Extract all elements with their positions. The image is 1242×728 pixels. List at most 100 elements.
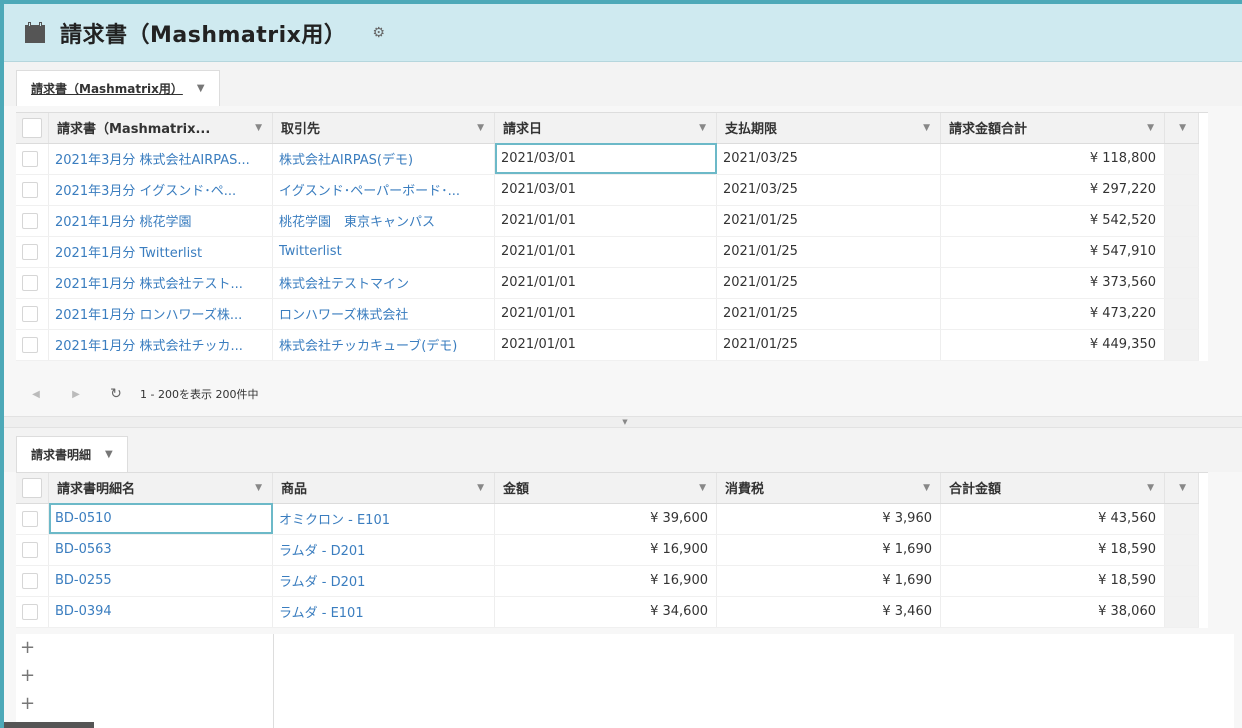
- amount-cell[interactable]: ¥ 16,900: [494, 534, 717, 566]
- total-cell[interactable]: ¥ 297,220: [940, 174, 1165, 206]
- row-checkbox[interactable]: [22, 181, 38, 198]
- invoice-name-link[interactable]: 2021年1月分 株式会社テスト...: [48, 267, 273, 299]
- column-header-product[interactable]: 商品 ▼: [272, 473, 495, 504]
- amount-cell[interactable]: ¥ 39,600: [494, 503, 717, 535]
- select-all-checkbox[interactable]: [22, 117, 42, 138]
- row-checkbox[interactable]: [22, 212, 38, 229]
- row-checkbox[interactable]: [22, 274, 38, 291]
- account-link[interactable]: 株式会社チッカキューブ(デモ): [272, 329, 495, 361]
- column-header-detail-total[interactable]: 合計金額 ▼: [940, 473, 1165, 504]
- due-cell[interactable]: 2021/01/25: [716, 236, 941, 268]
- total-cell[interactable]: ¥ 473,220: [940, 298, 1165, 330]
- panel-splitter[interactable]: ▼: [4, 416, 1242, 428]
- column-header-account[interactable]: 取引先 ▼: [272, 113, 495, 144]
- account-link[interactable]: ロンハワーズ株式会社: [272, 298, 495, 330]
- invoice-name-link[interactable]: 2021年1月分 Twitterlist: [48, 236, 273, 268]
- column-header-total[interactable]: 請求金額合計 ▼: [940, 113, 1165, 144]
- amount-cell[interactable]: ¥ 34,600: [494, 596, 717, 628]
- select-all-checkbox[interactable]: [22, 477, 42, 498]
- detail-total-cell[interactable]: ¥ 38,060: [940, 596, 1165, 628]
- horizontal-scrollbar[interactable]: [4, 722, 94, 728]
- due-cell[interactable]: 2021/01/25: [716, 267, 941, 299]
- add-row-icon[interactable]: +: [16, 690, 273, 718]
- detail-name-link[interactable]: BD-0563: [48, 534, 273, 566]
- column-menu[interactable]: ▼: [1164, 113, 1199, 144]
- column-header-detail-name[interactable]: 請求書明細名 ▼: [48, 473, 273, 504]
- refresh-icon[interactable]: ↻: [96, 386, 136, 402]
- row-checkbox[interactable]: [22, 572, 38, 589]
- next-page-icon[interactable]: ▶: [56, 389, 96, 400]
- amount-cell[interactable]: ¥ 16,900: [494, 565, 717, 597]
- column-menu[interactable]: ▼: [1164, 473, 1199, 504]
- chevron-down-icon[interactable]: ▼: [1147, 123, 1154, 133]
- chevron-down-icon[interactable]: ▼: [477, 483, 484, 493]
- row-checkbox[interactable]: [22, 603, 38, 620]
- row-checkbox[interactable]: [22, 510, 38, 527]
- tax-cell[interactable]: ¥ 3,460: [716, 596, 941, 628]
- detail-name-link[interactable]: BD-0394: [48, 596, 273, 628]
- column-header-due[interactable]: 支払期限 ▼: [716, 113, 941, 144]
- tax-cell[interactable]: ¥ 1,690: [716, 534, 941, 566]
- product-link[interactable]: オミクロン - E101: [272, 503, 495, 535]
- chevron-down-icon[interactable]: ▼: [255, 123, 262, 133]
- invoice-name-link[interactable]: 2021年1月分 株式会社チッカ...: [48, 329, 273, 361]
- account-link[interactable]: 株式会社テストマイン: [272, 267, 495, 299]
- invoice-name-link[interactable]: 2021年3月分 イグスンド･ペ...: [48, 174, 273, 206]
- total-cell[interactable]: ¥ 373,560: [940, 267, 1165, 299]
- date-cell[interactable]: 2021/01/01: [494, 205, 717, 237]
- detail-total-cell[interactable]: ¥ 43,560: [940, 503, 1165, 535]
- date-cell[interactable]: 2021/03/01: [494, 143, 717, 175]
- chevron-down-icon[interactable]: ▼: [197, 83, 205, 94]
- invoice-name-link[interactable]: 2021年1月分 桃花学園: [48, 205, 273, 237]
- due-cell[interactable]: 2021/01/25: [716, 298, 941, 330]
- total-cell[interactable]: ¥ 542,520: [940, 205, 1165, 237]
- total-cell[interactable]: ¥ 118,800: [940, 143, 1165, 175]
- product-link[interactable]: ラムダ - D201: [272, 534, 495, 566]
- tax-cell[interactable]: ¥ 1,690: [716, 565, 941, 597]
- product-link[interactable]: ラムダ - E101: [272, 596, 495, 628]
- add-row-icon[interactable]: +: [16, 662, 273, 690]
- row-checkbox[interactable]: [22, 150, 38, 167]
- chevron-down-icon[interactable]: ▼: [105, 449, 113, 460]
- total-cell[interactable]: ¥ 547,910: [940, 236, 1165, 268]
- chevron-down-icon[interactable]: ▼: [699, 483, 706, 493]
- tax-cell[interactable]: ¥ 3,960: [716, 503, 941, 535]
- due-cell[interactable]: 2021/01/25: [716, 205, 941, 237]
- chevron-down-icon[interactable]: ▼: [923, 123, 930, 133]
- row-checkbox[interactable]: [22, 305, 38, 322]
- date-cell[interactable]: 2021/03/01: [494, 174, 717, 206]
- row-checkbox[interactable]: [22, 541, 38, 558]
- chevron-down-icon[interactable]: ▼: [923, 483, 930, 493]
- invoice-name-link[interactable]: 2021年3月分 株式会社AIRPAS...: [48, 143, 273, 175]
- date-cell[interactable]: 2021/01/01: [494, 236, 717, 268]
- detail-name-link[interactable]: BD-0255: [48, 565, 273, 597]
- account-link[interactable]: イグスンド･ペーパーボード･...: [272, 174, 495, 206]
- date-cell[interactable]: 2021/01/01: [494, 298, 717, 330]
- account-link[interactable]: 桃花学園 東京キャンパス: [272, 205, 495, 237]
- chevron-down-icon[interactable]: ▼: [699, 123, 706, 133]
- account-link[interactable]: 株式会社AIRPAS(デモ): [272, 143, 495, 175]
- chevron-down-icon[interactable]: ▼: [1179, 483, 1186, 493]
- product-link[interactable]: ラムダ - D201: [272, 565, 495, 597]
- column-header-date[interactable]: 請求日 ▼: [494, 113, 717, 144]
- invoice-name-link[interactable]: 2021年1月分 ロンハワーズ株...: [48, 298, 273, 330]
- account-link[interactable]: Twitterlist: [272, 236, 495, 268]
- chevron-down-icon[interactable]: ▼: [1147, 483, 1154, 493]
- chevron-down-icon[interactable]: ▼: [1179, 123, 1186, 133]
- row-checkbox[interactable]: [22, 243, 38, 260]
- due-cell[interactable]: 2021/01/25: [716, 329, 941, 361]
- chevron-down-icon[interactable]: ▼: [477, 123, 484, 133]
- previous-page-icon[interactable]: ◀: [16, 389, 56, 400]
- due-cell[interactable]: 2021/03/25: [716, 143, 941, 175]
- chevron-down-icon[interactable]: ▼: [255, 483, 262, 493]
- column-header-name[interactable]: 請求書（Mashmatrix... ▼: [48, 113, 273, 144]
- gear-icon[interactable]: ⚙: [372, 25, 385, 41]
- tab-invoice[interactable]: 請求書（Mashmatrix用） ▼: [16, 70, 220, 106]
- detail-total-cell[interactable]: ¥ 18,590: [940, 565, 1165, 597]
- detail-total-cell[interactable]: ¥ 18,590: [940, 534, 1165, 566]
- tab-invoice-details[interactable]: 請求書明細 ▼: [16, 436, 128, 472]
- due-cell[interactable]: 2021/03/25: [716, 174, 941, 206]
- total-cell[interactable]: ¥ 449,350: [940, 329, 1165, 361]
- date-cell[interactable]: 2021/01/01: [494, 267, 717, 299]
- column-header-amount[interactable]: 金額 ▼: [494, 473, 717, 504]
